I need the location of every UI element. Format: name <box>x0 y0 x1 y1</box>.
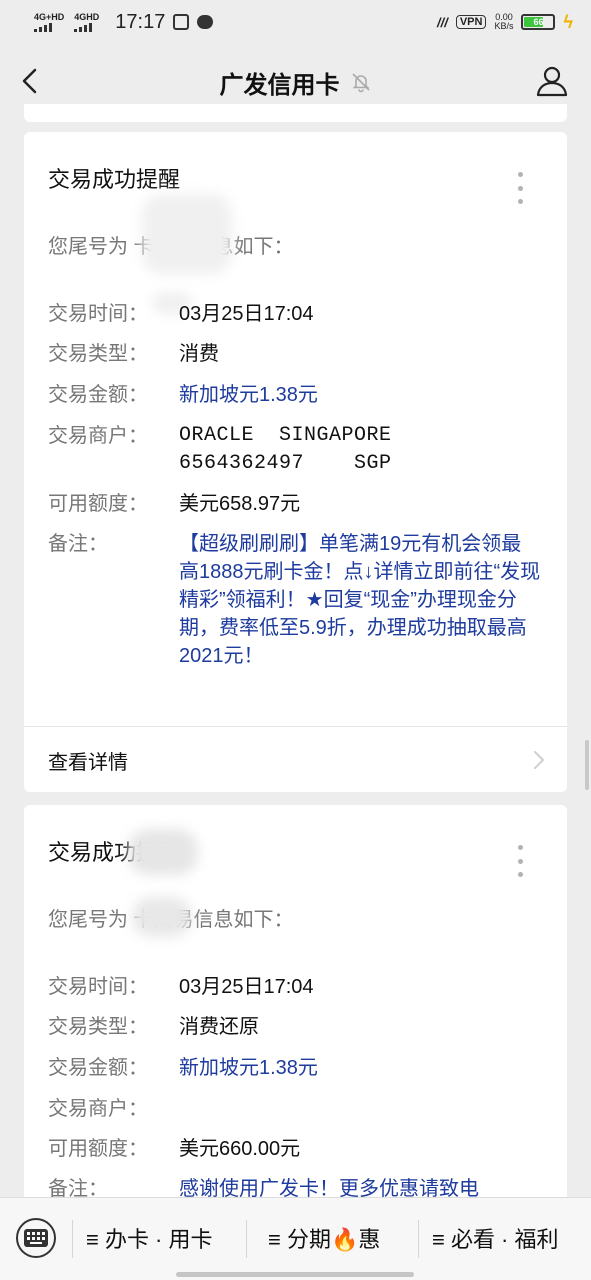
menu-separator <box>418 1220 419 1258</box>
network-speed: 0.00 KB/s <box>494 13 513 31</box>
battery-percent: 66 <box>533 17 544 27</box>
row-label: 交易商户： <box>48 1098 148 1120</box>
nfc-icon: /// <box>436 14 448 30</box>
menu-item-must-see[interactable]: ≡ 必看 · 福利 <box>432 1222 559 1254</box>
speed-unit: KB/s <box>494 21 514 31</box>
more-dots-icon[interactable] <box>517 845 523 877</box>
signal-bars-icon <box>34 22 64 32</box>
menu-item-installment-suffix: 惠 <box>358 1227 381 1252</box>
message-card: 交易成功提醒 您尾号为 卡交易信息如下： 交易时间： 03月25日17:04 交… <box>24 132 567 792</box>
view-details-link[interactable]: 查看详情 <box>48 746 128 775</box>
menu-separator <box>246 1220 247 1258</box>
row-value: 消费 <box>179 343 219 365</box>
row-value: 新加坡元1.38元 <box>179 384 318 406</box>
row-label: 交易商户： <box>48 425 148 447</box>
network-label-2: 4GHD <box>74 11 100 22</box>
page-title-text: 广发信用卡 <box>219 71 340 99</box>
row-label: 可用额度： <box>48 493 148 515</box>
profile-icon[interactable] <box>535 64 569 98</box>
row-label: 交易时间： <box>48 303 148 325</box>
mail-icon <box>173 14 190 30</box>
message-card: 交易成功提醒 您尾号为 卡交易信息如下： 交易时间： 03月25日17:04 交… <box>24 805 567 1225</box>
divider <box>24 726 567 727</box>
row-label: 交易金额： <box>48 384 148 406</box>
network-label-1: 4G+HD <box>34 11 65 22</box>
charging-bolt-icon: ϟ <box>563 11 573 32</box>
back-arrow-icon[interactable] <box>16 66 46 96</box>
page-title: 广发信用卡 <box>220 65 372 100</box>
menu-item-card-services[interactable]: ≡ 办卡 · 用卡 <box>86 1222 213 1254</box>
chevron-right-icon[interactable] <box>533 750 545 770</box>
row-value: 消费还原 <box>179 1016 259 1038</box>
redaction-blur <box>128 829 198 875</box>
redaction-blur <box>142 194 232 274</box>
chat-bubble-icon <box>197 15 214 29</box>
row-value: 03月25日17:04 <box>179 303 314 325</box>
status-bar: 4G+HD 4GHD 17:17 /// VPN 0.00 KB/s 66 ϟ <box>0 0 591 44</box>
network-indicator-2: 4GHD <box>74 11 100 32</box>
status-right-group: /// VPN 0.00 KB/s 66 ϟ <box>437 12 573 33</box>
row-label: 交易类型： <box>48 1016 148 1038</box>
home-indicator[interactable] <box>176 1272 414 1277</box>
row-label: 可用额度： <box>48 1138 148 1160</box>
more-dots-icon[interactable] <box>517 172 523 204</box>
status-time: 17:17 <box>115 10 166 33</box>
row-value: 美元658.97元 <box>179 493 301 515</box>
row-label: 交易金额： <box>48 1057 148 1079</box>
keyboard-toggle-button[interactable] <box>16 1218 56 1258</box>
bottom-menu-bar: ≡ 办卡 · 用卡 ≡ 分期🔥惠 ≡ 必看 · 福利 <box>0 1197 591 1280</box>
previous-message-card <box>24 104 567 122</box>
row-label: 交易类型： <box>48 343 148 365</box>
keyboard-icon <box>24 1229 48 1247</box>
row-value: ORACLE SINGAPORE 6564362497 SGP <box>179 424 405 475</box>
menu-item-installment-label: ≡ 分期 <box>268 1227 331 1252</box>
mute-bell-icon <box>351 73 370 93</box>
row-label: 备注： <box>48 533 108 555</box>
menu-separator <box>72 1220 73 1258</box>
scrollbar[interactable] <box>585 740 589 790</box>
row-value: 美元660.00元 <box>179 1138 301 1160</box>
vpn-badge: VPN <box>455 15 487 29</box>
menu-item-installment[interactable]: ≡ 分期🔥惠 <box>268 1222 380 1254</box>
row-value: 新加坡元1.38元 <box>179 1057 318 1079</box>
row-value: 【超级刷刷刷】单笔满19元有机会领最高1888元刷卡金！点↓详情立即前往“发现精… <box>179 533 541 667</box>
message-title: 交易成功提醒 <box>48 167 181 192</box>
redaction-blur <box>132 897 192 937</box>
fire-icon: 🔥 <box>330 1227 359 1252</box>
row-label: 交易时间： <box>48 976 148 998</box>
signal-bars-icon <box>74 22 99 32</box>
battery-icon: 66 <box>521 14 556 30</box>
network-indicator-1: 4G+HD <box>34 11 65 32</box>
row-value: 03月25日17:04 <box>179 976 314 998</box>
